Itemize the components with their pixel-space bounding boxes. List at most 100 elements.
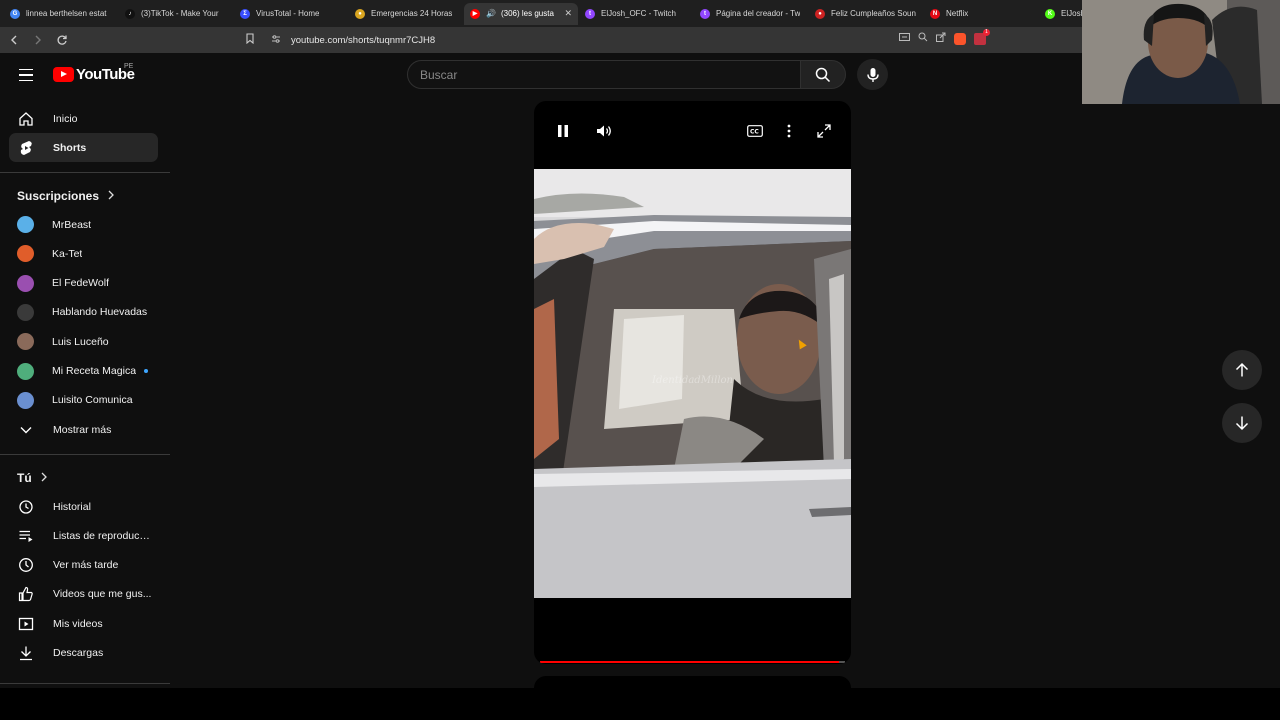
tab-favicon-icon: Σ bbox=[240, 8, 250, 19]
browser-tab[interactable]: N Netflix bbox=[924, 3, 1038, 25]
sidebar-item-label: Luis Luceño bbox=[52, 335, 109, 348]
chevron-right-icon bbox=[107, 190, 115, 203]
next-short-preview[interactable] bbox=[534, 676, 851, 688]
shorts-icon bbox=[17, 139, 35, 157]
brave-shields-icon[interactable] bbox=[954, 32, 966, 45]
browser-tab[interactable]: t ElJosh_OFC - Twitch bbox=[579, 3, 693, 25]
tab-title: Página del creador - Tw bbox=[716, 9, 801, 18]
address-bar[interactable]: youtube.com/shorts/tuqnmr7CJH8 1 bbox=[245, 28, 990, 50]
subscriptions-header[interactable]: Suscripciones bbox=[17, 189, 115, 203]
sidebar-item-subscription[interactable]: MrBeast bbox=[9, 210, 158, 239]
video-progress-bar[interactable] bbox=[540, 661, 845, 663]
sidebar-item-shorts[interactable]: Shorts bbox=[9, 133, 158, 162]
video-frame[interactable]: IdentidadMillon bbox=[534, 169, 851, 598]
bookmark-icon[interactable] bbox=[245, 33, 255, 47]
home-icon bbox=[17, 110, 35, 128]
youtube-logo[interactable]: YouTube PE bbox=[53, 63, 135, 83]
sidebar-item-subscription[interactable]: El FedeWolf bbox=[9, 269, 158, 298]
new-content-dot bbox=[144, 369, 149, 373]
sidebar-item-watch-later[interactable]: Ver más tarde bbox=[9, 551, 158, 580]
browser-tab[interactable]: ♪ (3)TikTok - Make Your bbox=[119, 3, 233, 25]
sidebar-item-inicio[interactable]: Inicio bbox=[9, 104, 158, 133]
volume-button[interactable] bbox=[595, 121, 615, 141]
arrow-down-icon bbox=[1235, 416, 1249, 431]
browser-tab[interactable]: ▶ 🔊 (306) les gusta ✕ bbox=[464, 2, 578, 25]
sidebar-item-my-videos[interactable]: Mis videos bbox=[9, 609, 158, 638]
tab-title: VirusTotal - Home bbox=[256, 9, 320, 18]
sidebar-item-subscription[interactable]: Mi Receta Magica bbox=[9, 357, 158, 386]
search-input[interactable] bbox=[420, 67, 800, 82]
browser-tab[interactable]: Σ VirusTotal - Home bbox=[234, 3, 348, 25]
share-icon[interactable] bbox=[936, 32, 946, 45]
forward-icon[interactable] bbox=[28, 30, 48, 50]
sidebar: Inicio Shorts Suscripciones MrBeast Ka-Te… bbox=[0, 97, 170, 687]
tab-title: Feliz Cumpleaños Soun bbox=[831, 9, 916, 18]
search-button[interactable] bbox=[800, 60, 846, 89]
site-info-icon[interactable] bbox=[271, 34, 281, 47]
rewards-badge: 1 bbox=[983, 28, 990, 36]
you-header[interactable]: Tú bbox=[17, 471, 48, 485]
sidebar-item-subscription[interactable]: Luisito Comunica bbox=[9, 386, 158, 415]
fullscreen-icon bbox=[817, 124, 831, 138]
menu-icon[interactable] bbox=[16, 65, 36, 85]
subscriptions-title: Suscripciones bbox=[17, 189, 100, 203]
reload-icon[interactable] bbox=[52, 30, 72, 50]
sidebar-item-history[interactable]: Historial bbox=[9, 492, 158, 521]
url-text: youtube.com/shorts/tuqnmr7CJH8 bbox=[291, 34, 436, 46]
sidebar-item-liked[interactable]: Videos que me gus... bbox=[9, 580, 158, 609]
sidebar-item-subscription[interactable]: Ka-Tet bbox=[9, 239, 158, 268]
sidebar-item-label: Shorts bbox=[53, 141, 87, 154]
sidebar-item-playlists[interactable]: Listas de reproducc... bbox=[9, 521, 158, 550]
next-short-button[interactable] bbox=[1222, 403, 1262, 443]
sidebar-divider bbox=[0, 683, 170, 684]
sidebar-item-subscription[interactable]: Hablando Huevadas bbox=[9, 298, 158, 327]
channel-avatar bbox=[17, 391, 34, 409]
chevron-down-icon bbox=[17, 421, 35, 439]
tab-favicon-icon: t bbox=[585, 8, 595, 19]
sidebar-item-label: Luisito Comunica bbox=[52, 394, 133, 407]
more-options-button[interactable] bbox=[784, 121, 794, 141]
youtube-play-logo-icon bbox=[53, 67, 74, 82]
sidebar-divider bbox=[0, 172, 170, 173]
playlists-icon bbox=[17, 527, 35, 545]
captions-button[interactable]: CC bbox=[746, 121, 764, 141]
tab-title: Netflix bbox=[946, 9, 969, 18]
brave-rewards-icon[interactable]: 1 bbox=[974, 28, 990, 45]
downloads-icon bbox=[17, 644, 35, 662]
tab-favicon-icon: ● bbox=[815, 8, 825, 19]
browser-tab[interactable]: t Página del creador - Tw bbox=[694, 3, 808, 25]
cast-icon[interactable] bbox=[899, 32, 910, 45]
zoom-icon[interactable] bbox=[918, 32, 928, 45]
tab-close-icon[interactable]: ✕ bbox=[564, 8, 572, 19]
show-more-label: Mostrar más bbox=[53, 423, 112, 436]
sidebar-item-label: MrBeast bbox=[52, 218, 92, 231]
video-progress-fill bbox=[540, 661, 839, 663]
channel-avatar bbox=[17, 333, 34, 351]
browser-tab[interactable]: Glinnea berthelsen estat bbox=[4, 3, 118, 25]
sidebar-item-subscription[interactable]: Luis Luceño bbox=[9, 327, 158, 356]
search-box bbox=[407, 60, 801, 89]
you-title: Tú bbox=[17, 471, 32, 485]
voice-search-button[interactable] bbox=[857, 59, 888, 90]
sidebar-item-label: Listas de reproducc... bbox=[53, 529, 153, 542]
channel-avatar bbox=[17, 216, 34, 233]
tab-title: linnea berthelsen estat bbox=[26, 9, 107, 18]
fullscreen-button[interactable] bbox=[816, 121, 832, 141]
previous-short-button[interactable] bbox=[1222, 350, 1262, 390]
taskbar-strip bbox=[0, 688, 1280, 720]
channel-avatar bbox=[17, 362, 34, 380]
pause-icon bbox=[558, 125, 568, 137]
sidebar-item-label: Mi Receta Magica bbox=[52, 365, 137, 377]
show-more-button[interactable]: Mostrar más bbox=[9, 415, 158, 444]
sidebar-item-label: Inicio bbox=[53, 112, 78, 125]
pause-button[interactable] bbox=[556, 121, 570, 141]
browser-tab[interactable]: ● Emergencias 24 Horas bbox=[349, 3, 463, 25]
chevron-right-icon bbox=[40, 472, 48, 485]
sidebar-item-downloads[interactable]: Descargas bbox=[9, 639, 158, 668]
browser-tab[interactable]: ● Feliz Cumpleaños Soun bbox=[809, 3, 923, 25]
back-icon[interactable] bbox=[4, 30, 24, 50]
sidebar-item-label: El FedeWolf bbox=[52, 277, 109, 290]
tab-title: (306) les gusta bbox=[500, 9, 554, 18]
tab-audio-icon[interactable]: 🔊 bbox=[486, 9, 496, 18]
shorts-player[interactable]: CC IdentidadMillon bbox=[534, 101, 851, 664]
